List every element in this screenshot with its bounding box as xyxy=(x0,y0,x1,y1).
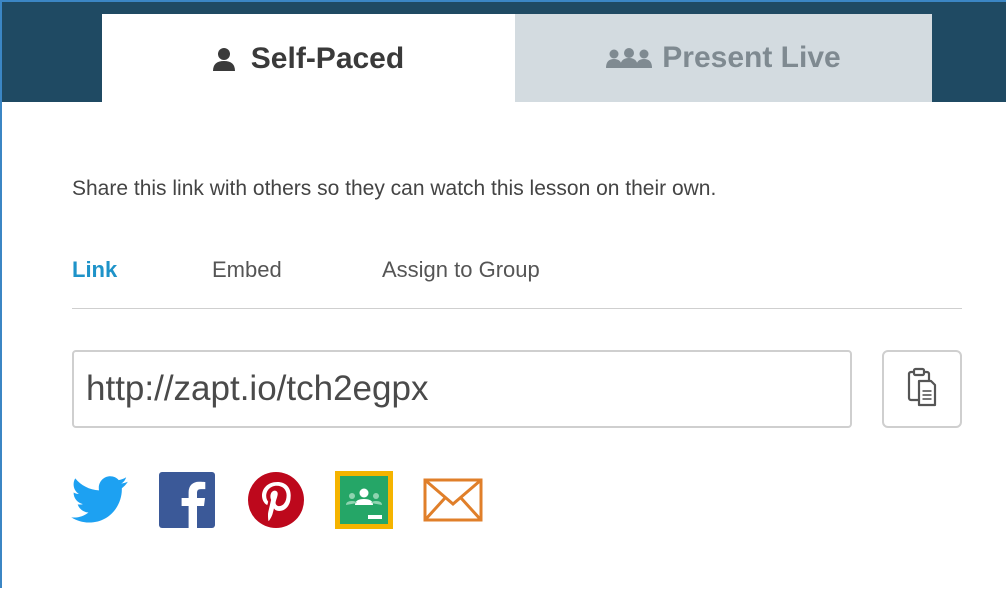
pinterest-icon xyxy=(248,471,304,533)
share-facebook-button[interactable] xyxy=(158,471,216,533)
subtab-link[interactable]: Link xyxy=(72,257,117,283)
group-icon xyxy=(606,48,653,68)
person-icon xyxy=(212,47,235,71)
subtab-divider xyxy=(72,308,962,309)
clipboard-icon xyxy=(907,367,937,412)
google-classroom-icon xyxy=(335,470,393,534)
copy-link-button[interactable] xyxy=(882,350,962,428)
tab-self-paced[interactable]: Self-Paced xyxy=(102,14,515,104)
share-method-tabs: Link Embed Assign to Group xyxy=(72,257,962,297)
share-description: Share this link with others so they can … xyxy=(72,177,717,200)
tab-present-live[interactable]: Present Live xyxy=(515,14,932,102)
tab-self-paced-label: Self-Paced xyxy=(250,42,405,75)
subtab-assign-to-group[interactable]: Assign to Group xyxy=(382,257,540,283)
share-twitter-button[interactable] xyxy=(70,472,130,532)
subtab-embed[interactable]: Embed xyxy=(212,257,282,283)
share-email-button[interactable] xyxy=(422,472,484,532)
twitter-icon xyxy=(71,475,129,529)
share-pinterest-button[interactable] xyxy=(246,471,306,533)
facebook-icon xyxy=(159,471,215,533)
share-link-input[interactable] xyxy=(72,350,852,428)
share-google-classroom-button[interactable] xyxy=(334,470,394,534)
email-icon xyxy=(423,478,483,527)
share-panel: Self-Paced Present Live Share this link … xyxy=(0,0,1006,590)
tab-present-live-label: Present Live xyxy=(662,41,841,74)
self-paced-panel: Share this link with others so they can … xyxy=(2,102,1006,590)
